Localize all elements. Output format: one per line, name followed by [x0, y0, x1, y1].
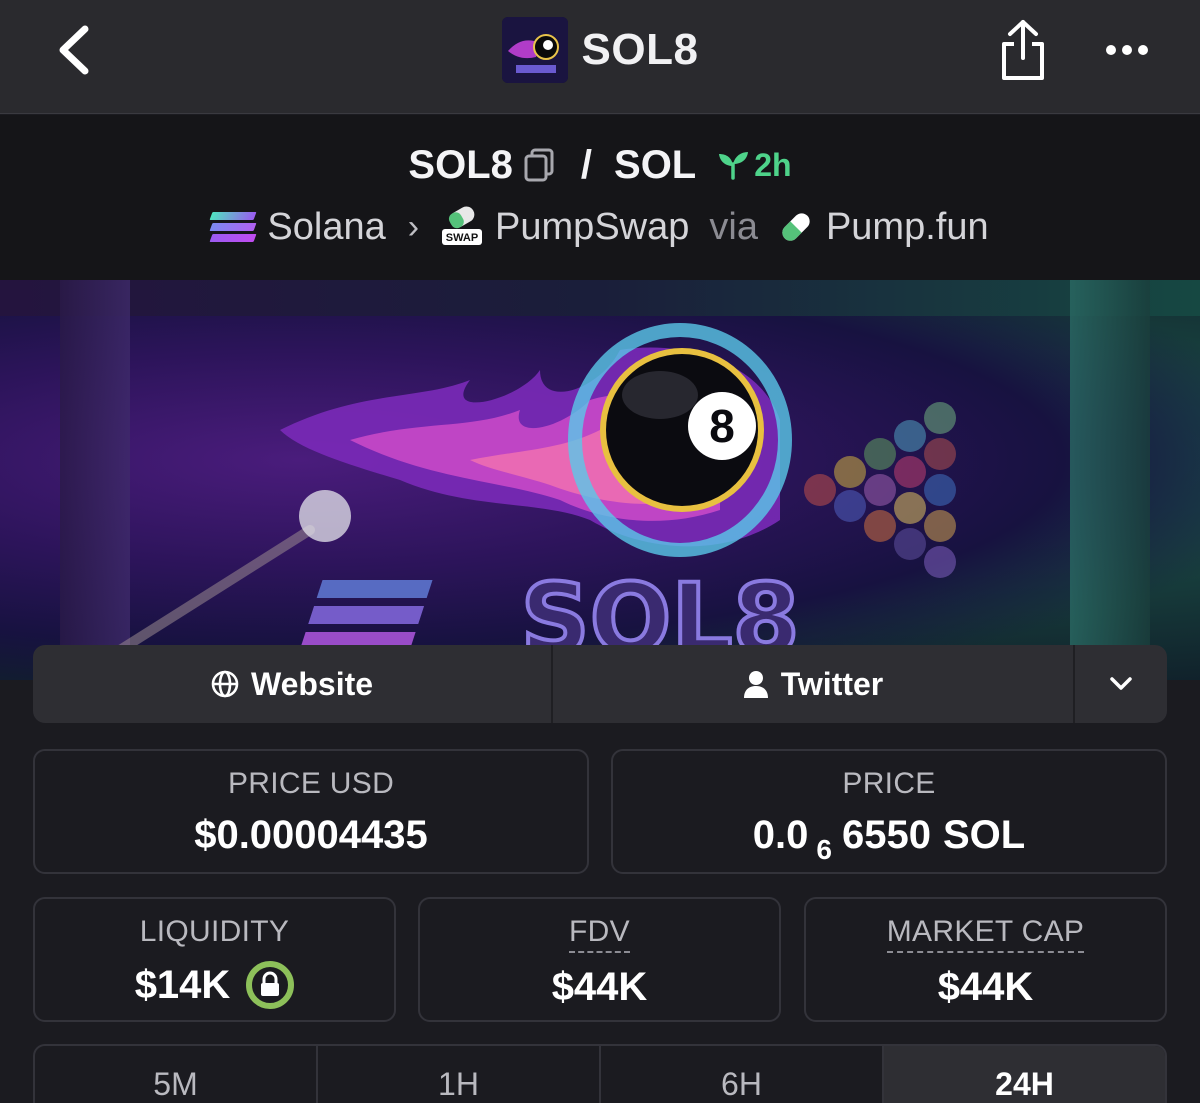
pair-line: SOL8 / SOL 2h — [0, 139, 1200, 191]
dex-name[interactable]: PumpSwap — [495, 206, 689, 249]
liquidity-label: LIQUIDITY — [139, 915, 290, 948]
chain-breadcrumb: Solana › SWAP PumpSwap via Pump.fun — [0, 201, 1200, 253]
twitter-button[interactable]: Twitter — [553, 645, 1075, 723]
price-usd-value: $0.00004435 — [194, 813, 428, 857]
pair-quote-symbol: SOL — [614, 142, 697, 187]
via-label: via — [709, 205, 758, 248]
eight-ball-number: 8 — [709, 400, 735, 452]
fdv-label: FDV — [569, 915, 630, 953]
price-sol-unit: SOL — [942, 813, 1026, 857]
price-sol-card: PRICE 0.0 6 6550 SOL — [611, 749, 1167, 874]
solana-icon — [209, 209, 257, 245]
more-dot-icon — [1122, 45, 1132, 55]
price-sol-prefix: 0.0 — [752, 813, 809, 857]
more-dot-icon — [1106, 45, 1116, 55]
tab-6h[interactable]: 6H — [601, 1046, 884, 1103]
more-dot-icon — [1138, 45, 1148, 55]
person-icon — [743, 671, 768, 698]
token-avatar — [501, 17, 568, 83]
pair-header: SOL8 / SOL 2h Solana › SWAP PumpSwap via… — [0, 115, 1200, 280]
website-label: Website — [250, 665, 374, 702]
fdv-card[interactable]: FDV $44K — [418, 897, 781, 1022]
timeframe-tabs: 5M 1H 6H 24H — [33, 1044, 1167, 1103]
chevron-down-icon — [1110, 677, 1132, 690]
liquidity-value-row: $14K — [35, 961, 394, 1009]
liquidity-card: LIQUIDITY $14K — [33, 897, 396, 1022]
price-sol-zero-count: 6 — [816, 833, 832, 865]
tab-1h[interactable]: 1H — [318, 1046, 601, 1103]
share-icon — [1002, 20, 1044, 80]
tab-24h[interactable]: 24H — [884, 1046, 1165, 1103]
more-links-dropdown[interactable] — [1075, 645, 1167, 723]
price-sol-digits: 6550 — [841, 813, 931, 857]
pair-age-text: 2h — [754, 146, 792, 183]
top-nav-bar: SOL8 — [0, 0, 1200, 114]
social-links: Website Twitter — [33, 645, 1167, 723]
seedling-icon — [719, 152, 749, 180]
launchpad-name[interactable]: Pump.fun — [826, 206, 989, 249]
twitter-label: Twitter — [780, 665, 884, 702]
price-usd-card: PRICE USD $0.00004435 — [33, 749, 589, 874]
market-cap-label: MARKET CAP — [886, 915, 1085, 953]
pair-age: 2h — [716, 146, 792, 184]
price-sol-value: 0.0 6 6550 SOL — [613, 813, 1165, 865]
lock-icon[interactable] — [246, 961, 295, 1009]
pumpswap-icon: SWAP — [441, 205, 483, 249]
chain-name[interactable]: Solana — [267, 206, 385, 249]
liquidity-value: $14K — [134, 962, 231, 1007]
copy-icon[interactable] — [523, 148, 555, 182]
share-button[interactable] — [996, 18, 1050, 82]
price-sol-label: PRICE — [842, 767, 936, 800]
pair-separator: / — [580, 142, 593, 187]
svg-text:SWAP: SWAP — [446, 232, 478, 244]
fdv-value: $44K — [551, 965, 648, 1009]
market-cap-card[interactable]: MARKET CAP $44K — [804, 897, 1167, 1022]
nav-title: SOL8 — [581, 25, 699, 74]
market-cap-value: $44K — [937, 965, 1034, 1009]
more-options-button[interactable] — [1100, 30, 1154, 70]
globe-icon — [211, 670, 239, 698]
pumpfun-icon — [778, 209, 814, 245]
website-button[interactable]: Website — [33, 645, 553, 723]
token-banner-image: 8 SOL8 — [0, 280, 1200, 680]
price-usd-label: PRICE USD — [227, 767, 395, 800]
chevron-right-icon: › — [407, 207, 420, 246]
tab-5m[interactable]: 5M — [35, 1046, 318, 1103]
pair-base-symbol: SOL8 — [408, 142, 513, 187]
